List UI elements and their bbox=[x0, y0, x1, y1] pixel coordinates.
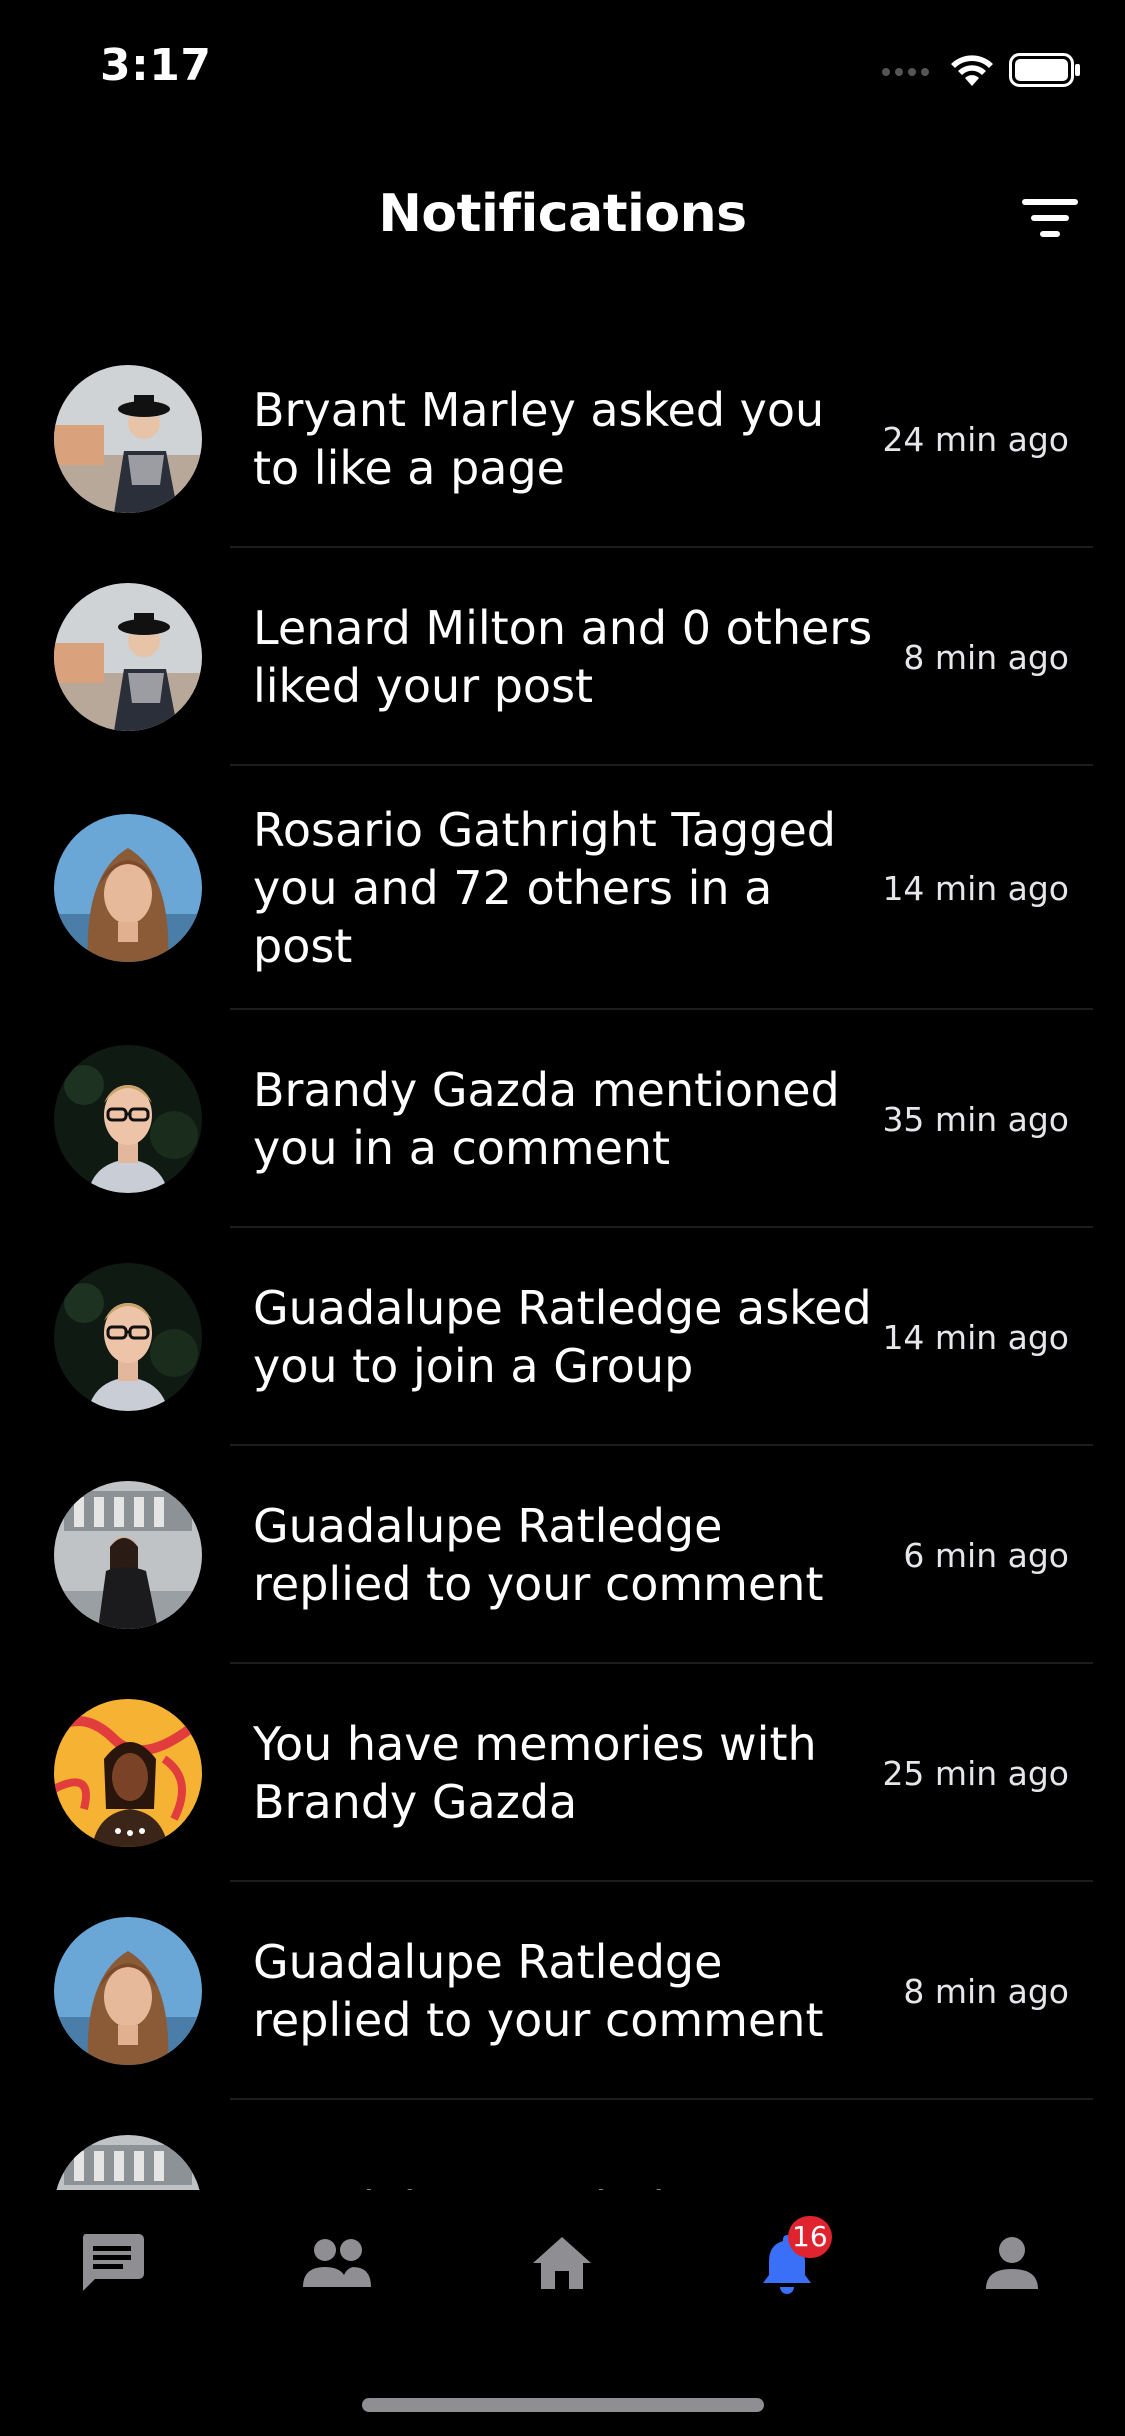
wifi-icon bbox=[949, 52, 995, 93]
notification-text: Brandy Gazda mentioned you in a comment bbox=[253, 1063, 840, 1175]
notification-time: 6 min ago bbox=[903, 1535, 1069, 1575]
avatar bbox=[54, 583, 202, 731]
tab-friends[interactable] bbox=[292, 2220, 382, 2310]
notification-item[interactable]: Guadalupe Ratledge replied to your comme… bbox=[0, 1446, 1125, 1664]
notification-item[interactable]: Guadalupe Ratledge bbox=[0, 2100, 1125, 2190]
avatar bbox=[54, 1481, 202, 1629]
notification-text: You have memories with Brandy Gazda bbox=[253, 1717, 817, 1829]
notification-time: 24 min ago bbox=[882, 419, 1069, 459]
notification-text: Lenard Milton and 0 others liked your po… bbox=[253, 601, 873, 713]
notification-time: 8 min ago bbox=[903, 1971, 1069, 2011]
notification-item[interactable]: Brandy Gazda mentioned you in a comment … bbox=[0, 1010, 1125, 1228]
notification-item[interactable]: Lenard Milton and 0 others liked your po… bbox=[0, 548, 1125, 766]
tab-notifications[interactable]: 16 bbox=[742, 2216, 832, 2310]
status-time: 3:17 bbox=[100, 40, 212, 91]
tab-home[interactable] bbox=[517, 2220, 607, 2310]
avatar bbox=[54, 1045, 202, 1193]
profile-icon bbox=[984, 2235, 1040, 2296]
header: Notifications bbox=[0, 160, 1125, 280]
battery-icon bbox=[1009, 53, 1081, 92]
notification-time: 8 min ago bbox=[903, 637, 1069, 677]
page-title: Notifications bbox=[378, 184, 747, 244]
avatar bbox=[54, 1699, 202, 1847]
notification-text: Guadalupe Ratledge bbox=[253, 2180, 873, 2190]
notification-time: 14 min ago bbox=[882, 868, 1069, 908]
avatar bbox=[54, 2135, 202, 2190]
notification-time: 14 min ago bbox=[882, 1317, 1069, 1357]
signal-icon bbox=[881, 63, 935, 82]
avatar bbox=[54, 1263, 202, 1411]
notification-text: Guadalupe Ratledge replied to your comme… bbox=[253, 1935, 824, 2047]
filter-icon bbox=[1022, 199, 1078, 205]
avatar bbox=[54, 1917, 202, 2065]
tab-chat[interactable] bbox=[67, 2220, 157, 2310]
notifications-list[interactable]: Bryant Marley asked you to like a page 2… bbox=[0, 330, 1125, 2190]
notification-badge: 16 bbox=[788, 2216, 832, 2258]
notification-time: 35 min ago bbox=[882, 1099, 1069, 1139]
tab-profile[interactable] bbox=[967, 2220, 1057, 2310]
status-bar: 3:17 bbox=[0, 0, 1125, 140]
notification-item[interactable]: You have memories with Brandy Gazda 25 m… bbox=[0, 1664, 1125, 1882]
tab-bar: 16 bbox=[0, 2190, 1125, 2436]
notification-text: Rosario Gathright Tagged you and 72 othe… bbox=[253, 803, 836, 973]
notification-item[interactable]: Guadalupe Ratledge asked you to join a G… bbox=[0, 1228, 1125, 1446]
chat-icon bbox=[79, 2232, 145, 2299]
home-icon bbox=[531, 2235, 593, 2296]
avatar bbox=[54, 814, 202, 962]
notification-item[interactable]: Bryant Marley asked you to like a page 2… bbox=[0, 330, 1125, 548]
notification-item[interactable]: Rosario Gathright Tagged you and 72 othe… bbox=[0, 766, 1125, 1010]
friends-icon bbox=[301, 2237, 373, 2294]
notification-text: Bryant Marley asked you to like a page bbox=[253, 383, 825, 495]
avatar bbox=[54, 365, 202, 513]
notification-time: 25 min ago bbox=[882, 1753, 1069, 1793]
notification-text: Guadalupe Ratledge asked you to join a G… bbox=[253, 1281, 872, 1393]
status-icons bbox=[881, 52, 1081, 93]
home-indicator bbox=[362, 2398, 764, 2412]
filter-button[interactable] bbox=[1015, 188, 1085, 248]
notification-text: Guadalupe Ratledge replied to your comme… bbox=[253, 1499, 824, 1611]
notification-item[interactable]: Guadalupe Ratledge replied to your comme… bbox=[0, 1882, 1125, 2100]
